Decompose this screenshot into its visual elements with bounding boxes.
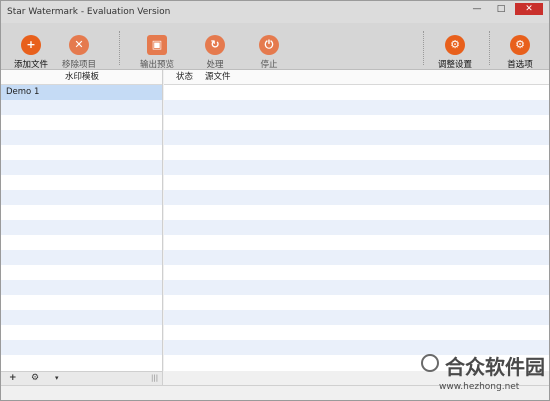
file-list-panel: 状态 源文件: [164, 70, 549, 371]
preferences-gear-icon: ⚙: [510, 35, 530, 55]
list-item: [1, 355, 162, 370]
toolbar: + 添加文件 ✕ 移除项目 ▣ 输出预览 ↻ 处理 ⏻ 停止 ⚙ 调整设置 ⚙ …: [1, 23, 549, 70]
list-item: [1, 100, 162, 115]
list-item: [1, 250, 162, 265]
template-footer-bar: + ⚙ ▾ |||: [1, 371, 163, 385]
toolbar-separator: [489, 31, 490, 65]
window-title: Star Watermark - Evaluation Version: [7, 7, 171, 17]
resize-grip-icon[interactable]: |||: [151, 373, 158, 384]
table-row: [164, 175, 549, 190]
site-watermark-name: 合众软件园: [445, 355, 545, 379]
maximize-button[interactable]: □: [491, 3, 511, 15]
add-files-label: 添加文件: [13, 60, 48, 70]
list-item[interactable]: Demo 1: [1, 85, 162, 100]
table-row: [164, 265, 549, 280]
table-row: [164, 85, 549, 100]
preferences-button[interactable]: ⚙ 首选项: [494, 27, 546, 70]
template-name: Demo 1: [6, 87, 40, 97]
list-item: [1, 205, 162, 220]
stop-button[interactable]: ⏻ 停止: [243, 27, 295, 70]
list-item: [1, 295, 162, 310]
list-item: [1, 115, 162, 130]
list-item: [1, 265, 162, 280]
table-row: [164, 235, 549, 250]
add-files-button[interactable]: + 添加文件: [5, 27, 57, 70]
preferences-label: 首选项: [507, 60, 533, 70]
status-column-header[interactable]: 状态: [176, 70, 193, 84]
table-row: [164, 310, 549, 325]
add-file-icon: +: [21, 35, 41, 55]
table-row: [164, 325, 549, 340]
table-row: [164, 160, 549, 175]
toolbar-separator: [119, 31, 120, 65]
table-row: [164, 295, 549, 310]
adjust-settings-label: 调整设置: [437, 60, 472, 70]
output-preview-button[interactable]: ▣ 输出预览: [131, 27, 183, 70]
list-item: [1, 235, 162, 250]
list-item: [1, 325, 162, 340]
list-item: [1, 280, 162, 295]
process-icon: ↻: [205, 35, 225, 55]
remove-item-label: 移除项目: [61, 60, 96, 70]
preview-icon: ▣: [147, 35, 167, 55]
template-column-header[interactable]: 水印模板: [1, 70, 162, 85]
template-list: Demo 1: [1, 85, 162, 370]
table-row: [164, 115, 549, 130]
process-button[interactable]: ↻ 处理: [189, 27, 241, 70]
list-item: [1, 130, 162, 145]
adjust-settings-button[interactable]: ⚙ 调整设置: [429, 27, 481, 70]
stop-label: 停止: [260, 60, 278, 70]
table-row: [164, 145, 549, 160]
list-item: [1, 340, 162, 355]
file-list-header: 状态 源文件: [164, 70, 549, 85]
template-settings-icon[interactable]: ⚙: [31, 373, 39, 384]
table-row: [164, 205, 549, 220]
list-item: [1, 310, 162, 325]
site-watermark-url: www.hezhong.net: [439, 382, 520, 392]
watermark-template-panel: 水印模板 Demo 1: [1, 70, 163, 371]
stop-icon: ⏻: [259, 35, 279, 55]
list-item: [1, 160, 162, 175]
list-item: [1, 190, 162, 205]
minimize-button[interactable]: —: [467, 3, 487, 15]
close-button[interactable]: ✕: [515, 3, 543, 15]
remove-icon: ✕: [69, 35, 89, 55]
table-row: [164, 190, 549, 205]
remove-item-button[interactable]: ✕ 移除项目: [53, 27, 105, 70]
source-file-column-header[interactable]: 源文件: [205, 70, 231, 84]
list-item: [1, 220, 162, 235]
add-template-button[interactable]: +: [9, 373, 17, 384]
output-preview-label: 输出预览: [139, 60, 174, 70]
table-row: [164, 250, 549, 265]
file-list: [164, 85, 549, 370]
toolbar-separator: [423, 31, 424, 65]
list-item: [1, 145, 162, 160]
app-window: Star Watermark - Evaluation Version — □ …: [0, 0, 550, 401]
site-logo-icon: [421, 354, 439, 372]
table-row: [164, 220, 549, 235]
settings-gear-icon: ⚙: [445, 35, 465, 55]
table-row: [164, 280, 549, 295]
process-label: 处理: [206, 60, 224, 70]
title-bar: Star Watermark - Evaluation Version — □ …: [1, 1, 549, 23]
table-row: [164, 130, 549, 145]
list-item: [1, 175, 162, 190]
table-row: [164, 100, 549, 115]
chevron-down-icon[interactable]: ▾: [55, 373, 59, 384]
template-header-label: 水印模板: [65, 72, 100, 82]
